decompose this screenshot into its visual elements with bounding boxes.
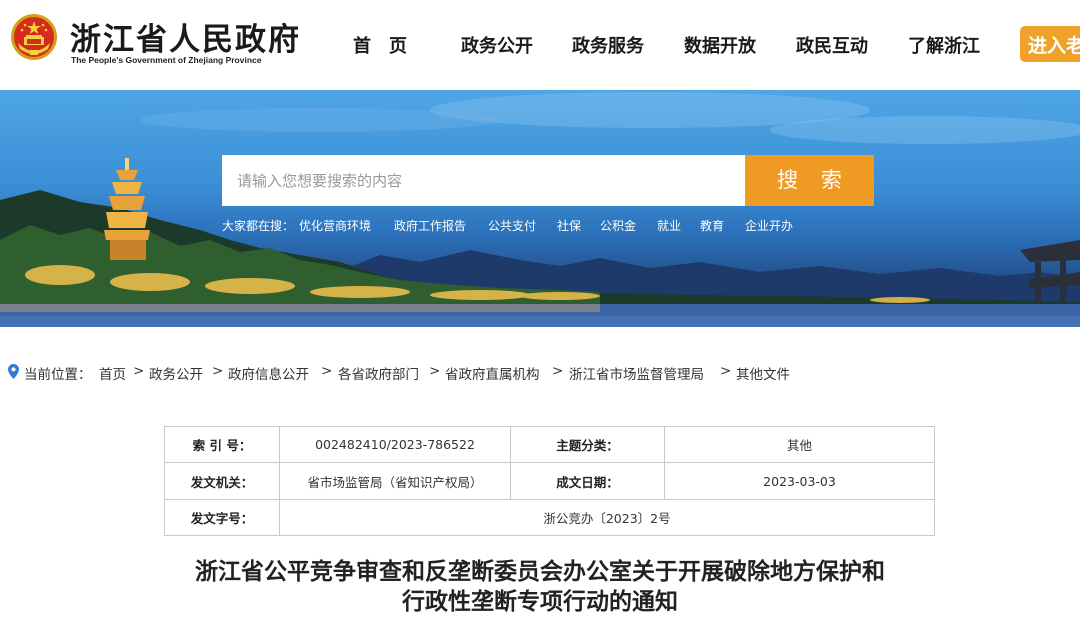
breadcrumb-separator: > xyxy=(321,363,333,379)
hot-search-link[interactable]: 企业开办 xyxy=(745,217,793,234)
west-lake-night-scene xyxy=(0,92,1080,327)
document-title-line: 浙江省公平竞争审查和反垄断委员会办公室关于开展破除地方保护和 xyxy=(195,559,885,585)
hot-search-link[interactable]: 公共支付 xyxy=(488,217,536,234)
hero-banner: 搜 索 大家都在搜： 优化营商环境 政府工作报告 公共支付 社保 公积金 就业 … xyxy=(0,90,1080,327)
meta-topic-label: 主题分类： xyxy=(511,427,665,463)
hot-search-link[interactable]: 公积金 xyxy=(600,217,636,234)
breadcrumb-item[interactable]: 政府信息公开 xyxy=(228,363,309,383)
meta-index-value: 002482410/2023-786522 xyxy=(280,427,511,463)
meta-date-label: 成文日期： xyxy=(511,463,665,500)
hot-search-link[interactable]: 优化营商环境 xyxy=(299,217,371,234)
search-input[interactable] xyxy=(222,155,745,206)
meta-issuer-value: 省市场监管局（省知识产权局） xyxy=(280,463,511,500)
breadcrumb-separator: > xyxy=(212,363,224,379)
nav-government-affairs[interactable]: 政务公开 xyxy=(461,32,533,58)
meta-docno-value: 浙公竞办〔2023〕2号 xyxy=(543,511,671,526)
meta-date-value: 2023-03-03 xyxy=(665,463,934,500)
national-emblem-icon xyxy=(11,14,57,60)
document-title: 浙江省公平竞争审查和反垄断委员会办公室关于开展破除地方保护和 行政性垄断专项行动… xyxy=(0,557,1080,617)
meta-docno-label: 发文字号： xyxy=(165,500,280,535)
location-pin-icon xyxy=(8,364,19,379)
breadcrumb-separator: > xyxy=(429,363,441,379)
nav-open-data[interactable]: 数据开放 xyxy=(684,32,756,58)
hot-searches-label: 大家都在搜： xyxy=(222,219,295,233)
site-subtitle: The People's Government of Zhejiang Prov… xyxy=(71,55,262,65)
meta-topic-value: 其他 xyxy=(665,427,934,463)
document-meta-table: 索 引 号： 002482410/2023-786522 主题分类： 其他 发文… xyxy=(164,426,935,536)
hot-search-link[interactable]: 就业 xyxy=(657,217,681,234)
breadcrumb-item[interactable]: 首页 xyxy=(99,363,126,383)
search-button[interactable]: 搜 索 xyxy=(745,155,874,206)
nav-interaction[interactable]: 政民互动 xyxy=(796,32,868,58)
breadcrumb-item[interactable]: 政务公开 xyxy=(149,363,203,383)
breadcrumb-item[interactable]: 浙江省市场监督管理局 xyxy=(569,363,704,383)
site-header: 浙江省人民政府 The People's Government of Zheji… xyxy=(0,0,1080,90)
breadcrumb-item[interactable]: 其他文件 xyxy=(736,363,790,383)
nav-government-services[interactable]: 政务服务 xyxy=(572,32,644,58)
site-title[interactable]: 浙江省人民政府 xyxy=(70,14,301,59)
meta-index-label: 索 引 号： xyxy=(165,427,280,463)
breadcrumb-separator: > xyxy=(720,363,732,379)
meta-issuer-label: 发文机关： xyxy=(165,463,280,500)
hot-search-link[interactable]: 政府工作报告 xyxy=(394,217,466,234)
breadcrumb-separator: > xyxy=(552,363,564,379)
nav-home[interactable]: 首 页 xyxy=(353,32,407,58)
breadcrumb-item[interactable]: 各省政府部门 xyxy=(338,363,419,383)
breadcrumb-item[interactable]: 省政府直属机构 xyxy=(445,363,540,383)
breadcrumb-separator: > xyxy=(133,363,145,379)
elder-mode-button[interactable]: 进入老 xyxy=(1020,26,1080,62)
nav-about-zhejiang[interactable]: 了解浙江 xyxy=(908,32,980,58)
hot-search-link[interactable]: 社保 xyxy=(557,217,581,234)
document-title-line: 行政性垄断专项行动的通知 xyxy=(402,589,678,615)
breadcrumb-prefix: 当前位置： xyxy=(24,367,92,383)
hot-search-link[interactable]: 教育 xyxy=(700,217,724,234)
